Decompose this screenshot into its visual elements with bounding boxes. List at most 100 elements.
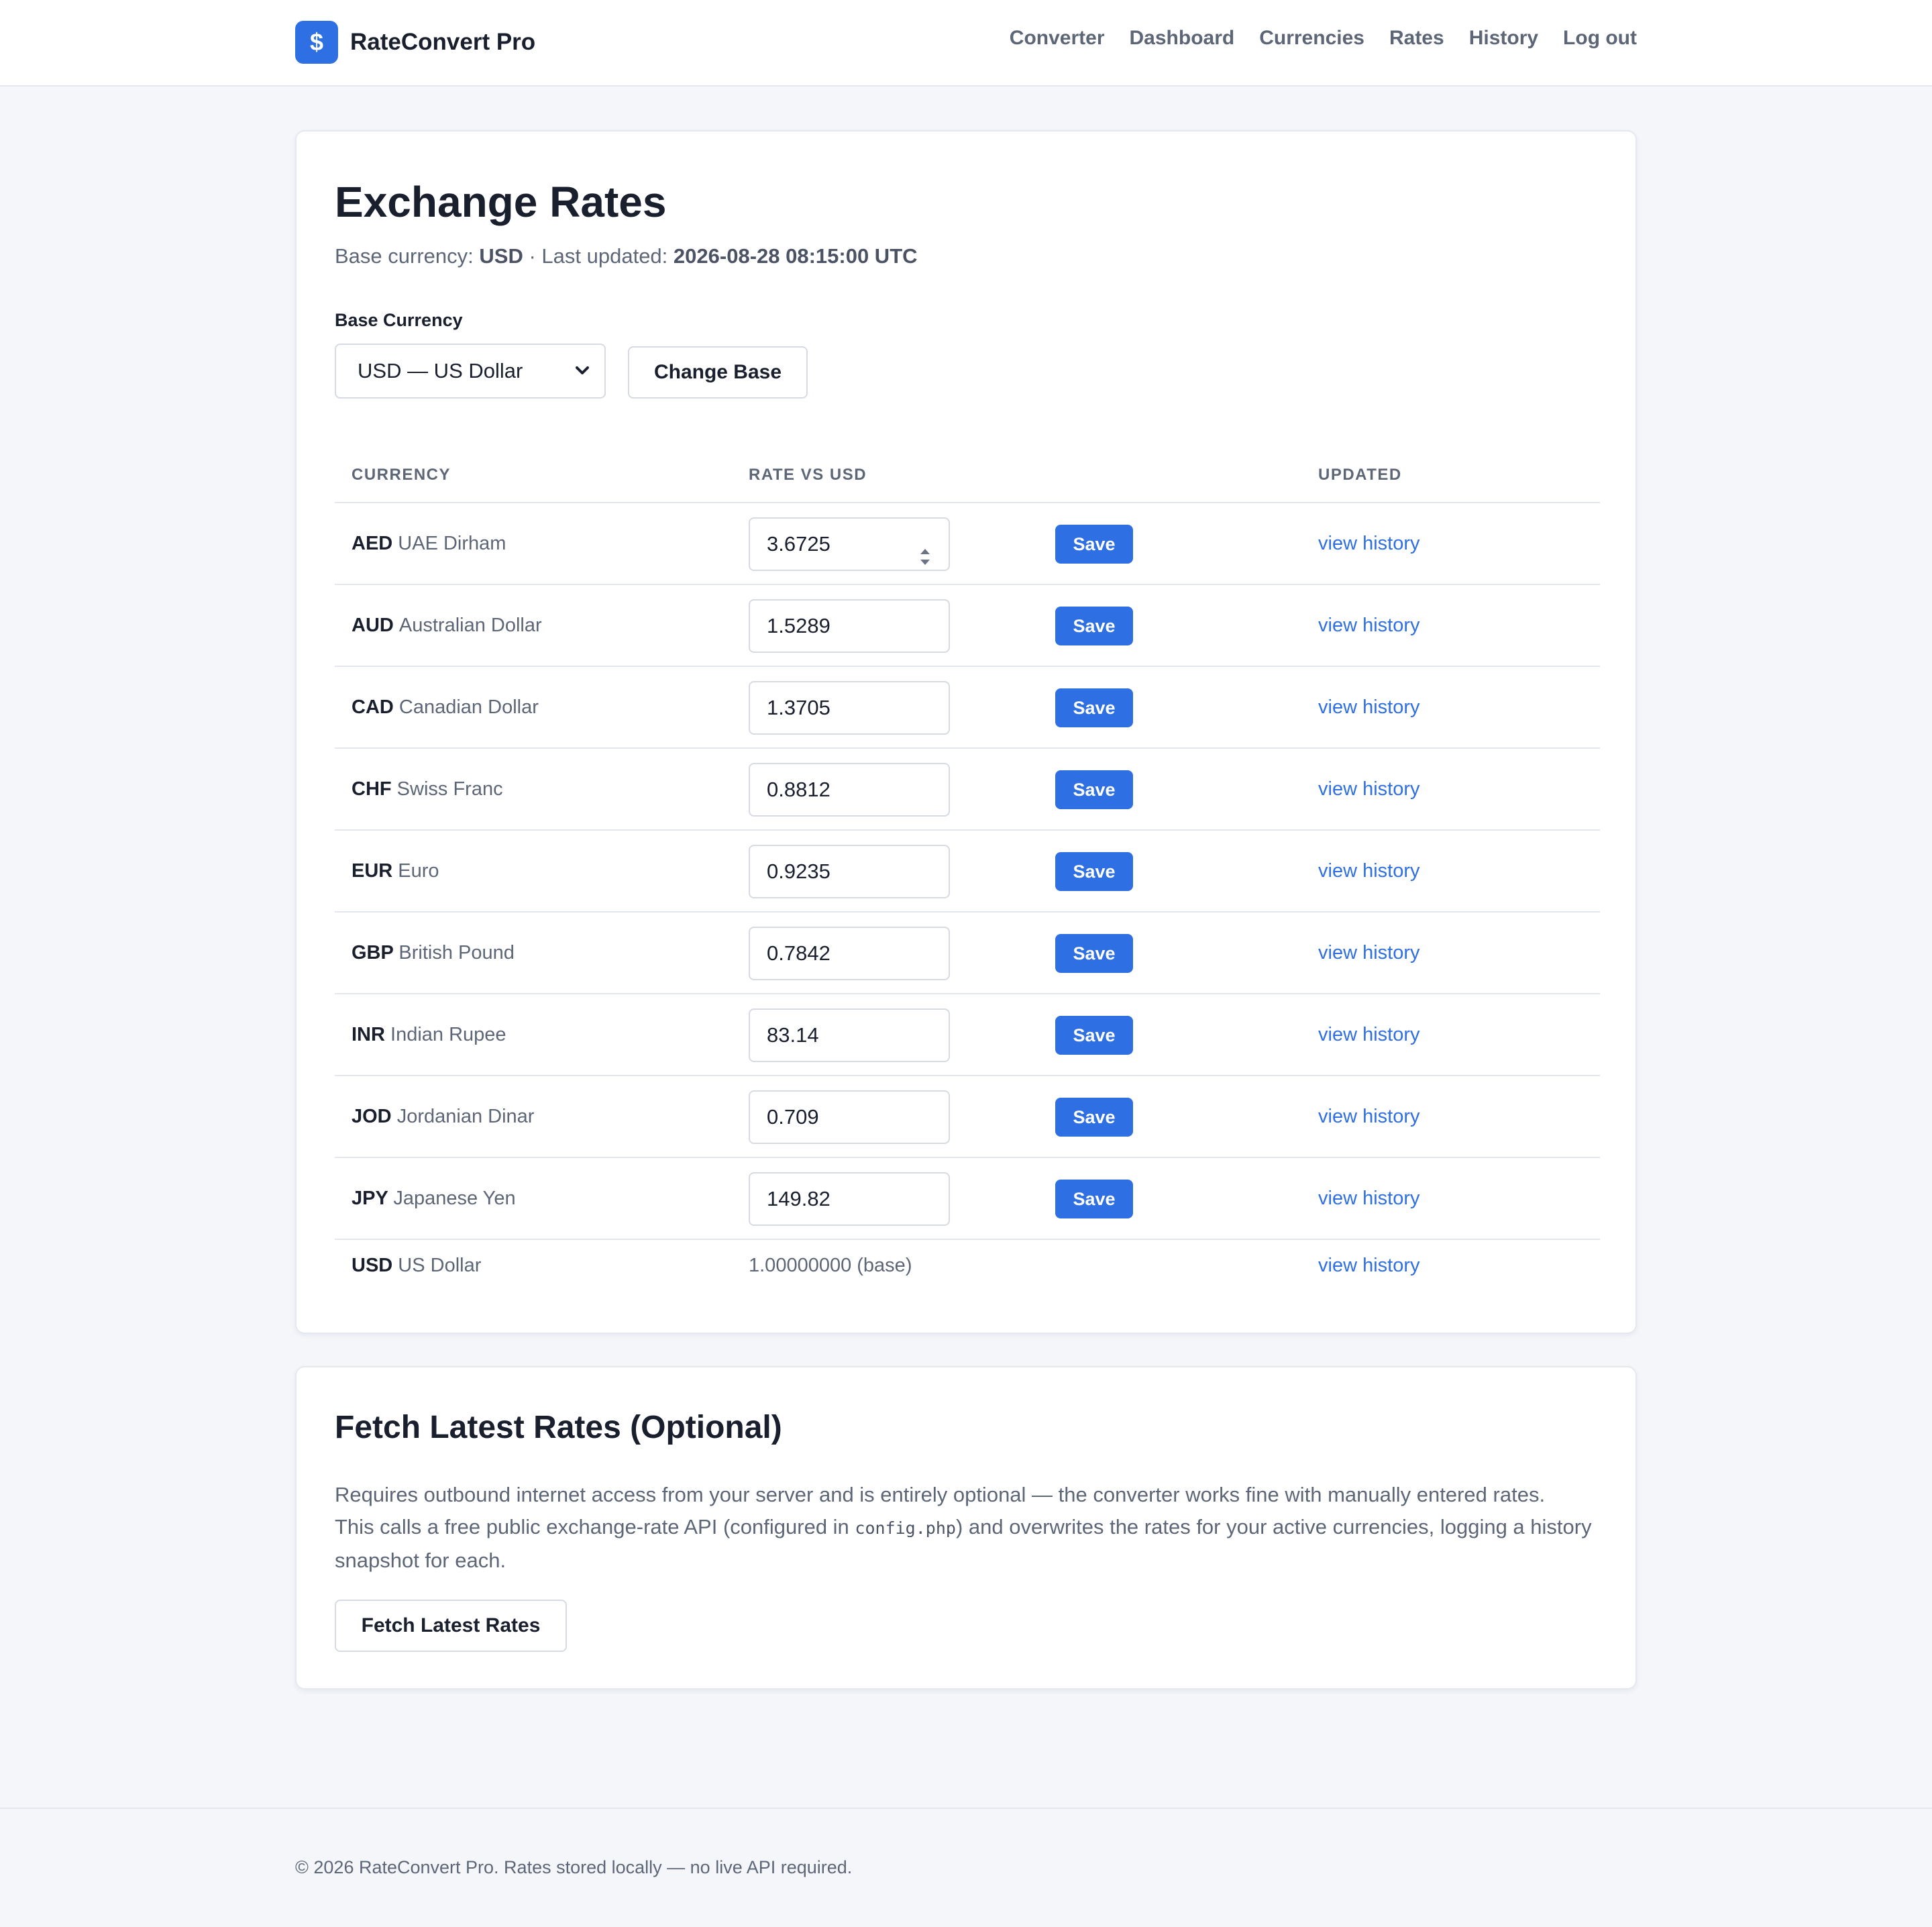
- view-history-link[interactable]: view history: [1318, 696, 1420, 719]
- page-title: Exchange Rates: [335, 178, 667, 226]
- save-button[interactable]: Save: [1055, 1016, 1133, 1055]
- nav-dashboard[interactable]: Dashboard: [1130, 27, 1235, 50]
- brand[interactable]: $ RateConvert Pro: [295, 21, 535, 64]
- currency-name: Euro: [398, 860, 439, 882]
- exchange-rates-card: Exchange Rates Base currency: USD · Last…: [295, 130, 1637, 1334]
- base-currency-select[interactable]: USD — US Dollar: [335, 344, 606, 399]
- currency-name: Japanese Yen: [393, 1188, 516, 1209]
- meta-separator: · Last updated:: [529, 244, 668, 268]
- rate-value: 1.3705: [767, 696, 830, 719]
- view-history-link[interactable]: view history: [1318, 1188, 1420, 1210]
- currency-cell: CHF Swiss Franc: [352, 778, 503, 800]
- rate-value: 83.14: [767, 1023, 819, 1047]
- change-base-button[interactable]: Change Base: [628, 346, 808, 399]
- save-button[interactable]: Save: [1055, 525, 1133, 564]
- rate-value: 3.6725: [767, 532, 830, 556]
- base-currency-selected: USD — US Dollar: [358, 359, 523, 382]
- currency-cell: JOD Jordanian Dinar: [352, 1106, 534, 1128]
- rate-input[interactable]: 3.6725: [749, 517, 950, 571]
- view-history-link[interactable]: view history: [1318, 533, 1420, 555]
- save-button[interactable]: Save: [1055, 852, 1133, 891]
- currency-name: UAE Dirham: [398, 533, 506, 554]
- nav-rates[interactable]: Rates: [1389, 27, 1444, 50]
- rate-value: 1.5289: [767, 614, 830, 637]
- main-nav: Converter Dashboard Currencies Rates His…: [1010, 27, 1637, 50]
- table-row-aed: AED UAE Dirham 3.6725 Save view history: [335, 503, 1600, 585]
- save-button[interactable]: Save: [1055, 1098, 1133, 1137]
- currency-name: Swiss Franc: [396, 778, 503, 800]
- meta-prefix: Base currency:: [335, 244, 474, 268]
- view-history-link[interactable]: view history: [1318, 942, 1420, 964]
- rate-input[interactable]: 1.5289: [749, 599, 950, 653]
- table-row-base: USD US Dollar 1.00000000 (base) view his…: [335, 1239, 1600, 1320]
- rate-value: 149.82: [767, 1187, 830, 1210]
- view-history-link[interactable]: view history: [1318, 1255, 1420, 1277]
- view-history-link[interactable]: view history: [1318, 1106, 1420, 1128]
- currency-name: British Pound: [398, 942, 515, 964]
- rate-value: 0.709: [767, 1105, 819, 1129]
- currency-name: Canadian Dollar: [398, 696, 539, 718]
- currency-code: CAD: [352, 696, 394, 718]
- save-button[interactable]: Save: [1055, 770, 1133, 809]
- column-header-rate: RATE VS USD: [749, 466, 867, 484]
- meta-last-updated: 2026-08-28 08:15:00 UTC: [673, 244, 918, 268]
- meta-base-code: USD: [479, 244, 523, 268]
- view-history-link[interactable]: view history: [1318, 615, 1420, 637]
- save-button[interactable]: Save: [1055, 1180, 1133, 1218]
- table-row-jod: JOD Jordanian Dinar 0.709 Save view history: [335, 1076, 1600, 1158]
- number-spinner-icon[interactable]: [919, 535, 931, 565]
- nav-logout[interactable]: Log out: [1563, 27, 1637, 50]
- fetch-desc-line2: This calls a free public exchange-rate A…: [335, 1515, 849, 1539]
- currency-code: CHF: [352, 778, 392, 800]
- currency-name: Indian Rupee: [390, 1024, 506, 1045]
- save-button[interactable]: Save: [1055, 934, 1133, 973]
- view-history-link[interactable]: view history: [1318, 860, 1420, 882]
- currency-cell: EUR Euro: [352, 860, 439, 882]
- currency-code: USD: [352, 1255, 393, 1276]
- fetch-rates-card: Fetch Latest Rates (Optional) Requires o…: [295, 1366, 1637, 1689]
- rate-input[interactable]: 0.8812: [749, 763, 950, 817]
- currency-code: AUD: [352, 615, 394, 636]
- column-header-updated: UPDATED: [1318, 466, 1402, 484]
- view-history-link[interactable]: view history: [1318, 1024, 1420, 1046]
- footer-divider: [0, 1808, 1932, 1809]
- save-button[interactable]: Save: [1055, 607, 1133, 645]
- base-currency-label: Base Currency: [335, 310, 463, 330]
- rate-input[interactable]: 0.9235: [749, 845, 950, 898]
- nav-currencies[interactable]: Currencies: [1259, 27, 1364, 50]
- currency-code: AED: [352, 533, 393, 554]
- save-button[interactable]: Save: [1055, 688, 1133, 727]
- currency-cell: JPY Japanese Yen: [352, 1188, 516, 1210]
- currency-code: GBP: [352, 942, 394, 964]
- currency-code: EUR: [352, 860, 393, 882]
- rate-value: 0.7842: [767, 941, 830, 965]
- rate-input[interactable]: 83.14: [749, 1008, 950, 1062]
- rate-value: 0.8812: [767, 778, 830, 801]
- nav-history[interactable]: History: [1469, 27, 1538, 50]
- table-row-inr: INR Indian Rupee 83.14 Save view history: [335, 994, 1600, 1076]
- fetch-latest-rates-button[interactable]: Fetch Latest Rates: [335, 1600, 567, 1652]
- chevron-down-icon: [575, 345, 590, 417]
- rate-input[interactable]: 0.7842: [749, 927, 950, 980]
- table-row-chf: CHF Swiss Franc 0.8812 Save view history: [335, 749, 1600, 831]
- rate-input[interactable]: 1.3705: [749, 681, 950, 735]
- currency-name: Jordanian Dinar: [396, 1106, 535, 1127]
- currency-name: Australian Dollar: [398, 615, 542, 636]
- rate-input[interactable]: 0.709: [749, 1090, 950, 1144]
- table-row-gbp: GBP British Pound 0.7842 Save view history: [335, 913, 1600, 994]
- base-rate-value: 1.00000000 (base): [749, 1255, 912, 1276]
- rate-value: 0.9235: [767, 860, 830, 883]
- rate-input[interactable]: 149.82: [749, 1172, 950, 1226]
- view-history-link[interactable]: view history: [1318, 778, 1420, 800]
- currency-cell: AED UAE Dirham: [352, 533, 506, 555]
- currency-cell: USD US Dollar: [352, 1255, 481, 1277]
- top-navbar: $ RateConvert Pro Converter Dashboard Cu…: [0, 0, 1932, 87]
- currency-cell: CAD Canadian Dollar: [352, 696, 539, 719]
- currency-cell: AUD Australian Dollar: [352, 615, 542, 637]
- currency-code: INR: [352, 1024, 385, 1045]
- dollar-logo-icon: $: [295, 21, 338, 64]
- currency-code: JPY: [352, 1188, 388, 1209]
- table-row-aud: AUD Australian Dollar 1.5289 Save view hist…: [335, 585, 1600, 667]
- nav-converter[interactable]: Converter: [1010, 27, 1105, 50]
- currency-cell: GBP British Pound: [352, 942, 515, 964]
